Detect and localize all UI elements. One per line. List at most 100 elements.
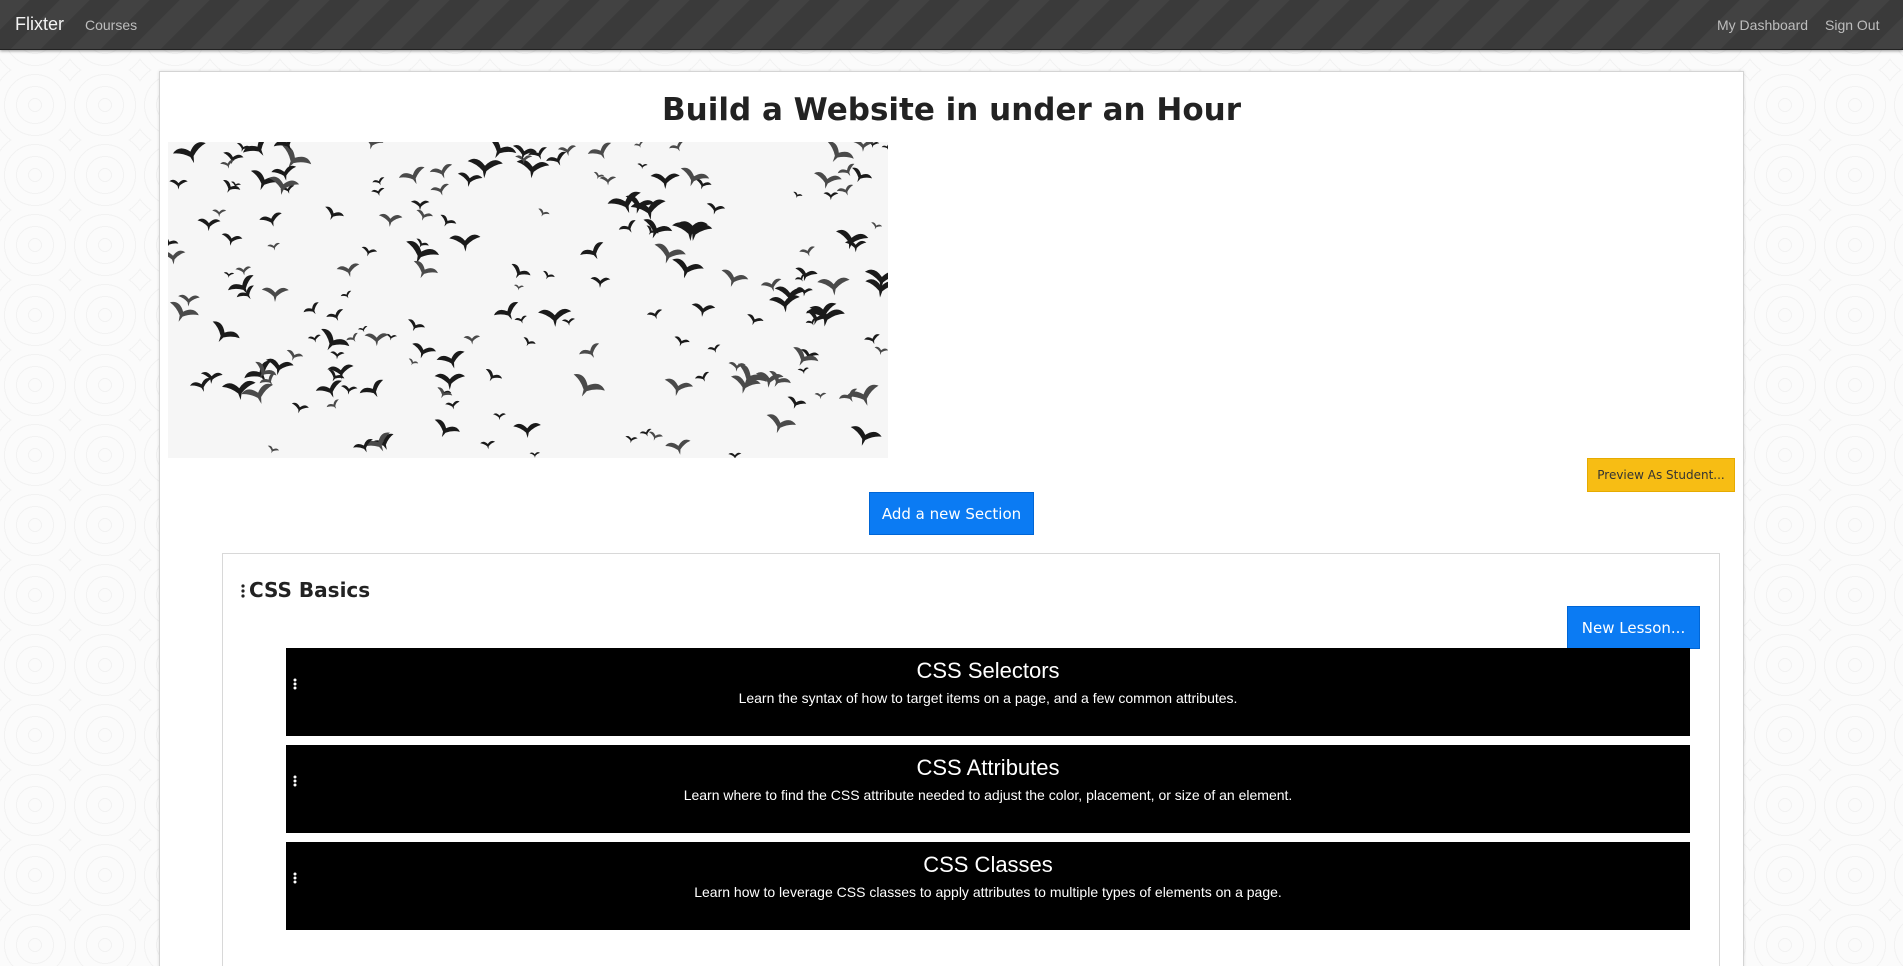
bird-silhouette bbox=[793, 191, 803, 198]
bird-silhouette bbox=[168, 236, 179, 248]
section-card: CSS Basics New Lesson... CSS Selectors L… bbox=[222, 553, 1720, 966]
lesson-item[interactable]: CSS Selectors Learn the syntax of how to… bbox=[286, 648, 1690, 736]
bird-silhouette bbox=[220, 159, 235, 169]
bird-silhouette bbox=[881, 143, 888, 151]
bird-silhouette bbox=[760, 278, 782, 292]
bird-silhouette bbox=[493, 302, 519, 320]
bird-silhouette bbox=[515, 155, 533, 165]
bird-silhouette bbox=[261, 287, 289, 303]
lesson-title: CSS Selectors bbox=[916, 658, 1060, 683]
bird-silhouette bbox=[493, 413, 506, 421]
bird-silhouette bbox=[353, 439, 373, 453]
bird-silhouette bbox=[871, 222, 883, 230]
bird-silhouette bbox=[814, 392, 827, 400]
bird-silhouette bbox=[633, 142, 644, 148]
bird-silhouette bbox=[235, 266, 252, 276]
bird-silhouette bbox=[267, 242, 280, 251]
bird-silhouette bbox=[429, 164, 453, 179]
bird-silhouette bbox=[228, 275, 254, 295]
bird-silhouette bbox=[457, 172, 483, 187]
bird-silhouette bbox=[538, 208, 550, 217]
bird-silhouette bbox=[178, 294, 200, 307]
bird-silhouette bbox=[650, 173, 680, 190]
course-image bbox=[168, 142, 888, 458]
bird-silhouette bbox=[445, 400, 460, 410]
bird-silhouette bbox=[267, 445, 279, 454]
bird-silhouette bbox=[844, 240, 867, 253]
bird-silhouette bbox=[707, 344, 721, 353]
bird-silhouette bbox=[325, 206, 344, 220]
birds-image bbox=[168, 142, 888, 458]
bird-silhouette bbox=[529, 452, 540, 458]
bird-silhouette bbox=[168, 250, 186, 265]
bird-silhouette bbox=[172, 142, 206, 164]
new-lesson-button[interactable]: New Lesson... bbox=[1567, 606, 1700, 649]
preview-as-student-button[interactable]: Preview As Student... bbox=[1587, 458, 1735, 492]
add-section-button[interactable]: Add a new Section bbox=[869, 492, 1034, 535]
bird-silhouette bbox=[769, 295, 800, 313]
bird-silhouette bbox=[434, 419, 460, 438]
bird-silhouette bbox=[321, 328, 350, 351]
bird-silhouette bbox=[398, 166, 425, 185]
bird-silhouette bbox=[514, 315, 527, 324]
bird-silhouette bbox=[646, 309, 663, 320]
bird-silhouette bbox=[223, 272, 235, 278]
bird-silhouette bbox=[408, 319, 425, 332]
bird-silhouette bbox=[625, 435, 638, 444]
bird-silhouette bbox=[268, 176, 300, 195]
bird-silhouette bbox=[694, 371, 710, 382]
lesson-item[interactable]: CSS Attributes Learn where to find the C… bbox=[286, 745, 1690, 833]
bird-silhouette bbox=[795, 267, 818, 282]
bird-silhouette bbox=[361, 246, 378, 257]
bird-silhouette bbox=[573, 374, 605, 397]
bird-silhouette bbox=[511, 263, 531, 279]
top-navbar: Flixter Courses My Dashboard Sign Out bbox=[0, 0, 1903, 50]
bird-silhouette bbox=[223, 179, 241, 193]
nav-courses-link[interactable]: Courses bbox=[85, 17, 137, 33]
bird-silhouette bbox=[665, 439, 691, 455]
lesson-item[interactable]: CSS Classes Learn how to leverage CSS cl… bbox=[286, 842, 1690, 930]
bird-silhouette bbox=[637, 163, 648, 170]
bird-silhouette bbox=[787, 396, 807, 409]
bird-silhouette bbox=[440, 214, 457, 227]
bird-silhouette bbox=[463, 335, 481, 345]
lesson-description: Learn where to find the CSS attribute ne… bbox=[683, 787, 1293, 803]
nav-dashboard-link[interactable]: My Dashboard bbox=[1717, 17, 1808, 33]
bird-silhouette bbox=[341, 385, 358, 395]
bird-silhouette bbox=[340, 290, 352, 299]
bird-silhouette bbox=[412, 343, 437, 359]
bird-silhouette bbox=[265, 358, 294, 376]
bird-silhouette bbox=[669, 142, 684, 152]
brand-link[interactable]: Flixter bbox=[15, 14, 64, 35]
bird-silhouette bbox=[364, 333, 389, 347]
bird-silhouette bbox=[648, 431, 663, 441]
bird-silhouette bbox=[579, 343, 600, 358]
bird-silhouette bbox=[836, 229, 869, 250]
bird-silhouette bbox=[485, 369, 503, 382]
bird-silhouette bbox=[706, 203, 726, 215]
bird-silhouette bbox=[874, 346, 888, 355]
nav-sign-out-link[interactable]: Sign Out bbox=[1825, 17, 1879, 33]
bird-silhouette bbox=[864, 334, 880, 345]
bird-silhouette bbox=[303, 302, 319, 315]
bird-silhouette bbox=[408, 358, 419, 366]
bird-silhouette bbox=[362, 142, 384, 150]
bird-silhouette bbox=[513, 284, 524, 291]
bird-silhouette bbox=[378, 213, 403, 227]
bird-silhouette bbox=[561, 318, 575, 326]
bird-silhouette bbox=[436, 350, 465, 369]
drag-handle-icon[interactable] bbox=[241, 584, 245, 598]
bird-silhouette bbox=[674, 336, 690, 347]
bird-silhouette bbox=[672, 258, 704, 279]
bird-silhouette bbox=[543, 270, 555, 280]
bird-silhouette bbox=[372, 177, 385, 186]
bird-silhouette bbox=[243, 142, 269, 156]
bird-silhouette bbox=[430, 183, 449, 196]
bird-silhouette bbox=[315, 380, 342, 398]
bird-silhouette bbox=[197, 218, 221, 232]
bird-silhouette bbox=[865, 279, 888, 298]
bird-silhouette bbox=[691, 303, 716, 317]
bird-silhouette bbox=[853, 142, 874, 152]
bird-silhouette bbox=[259, 212, 282, 227]
bird-silhouette bbox=[359, 379, 384, 398]
